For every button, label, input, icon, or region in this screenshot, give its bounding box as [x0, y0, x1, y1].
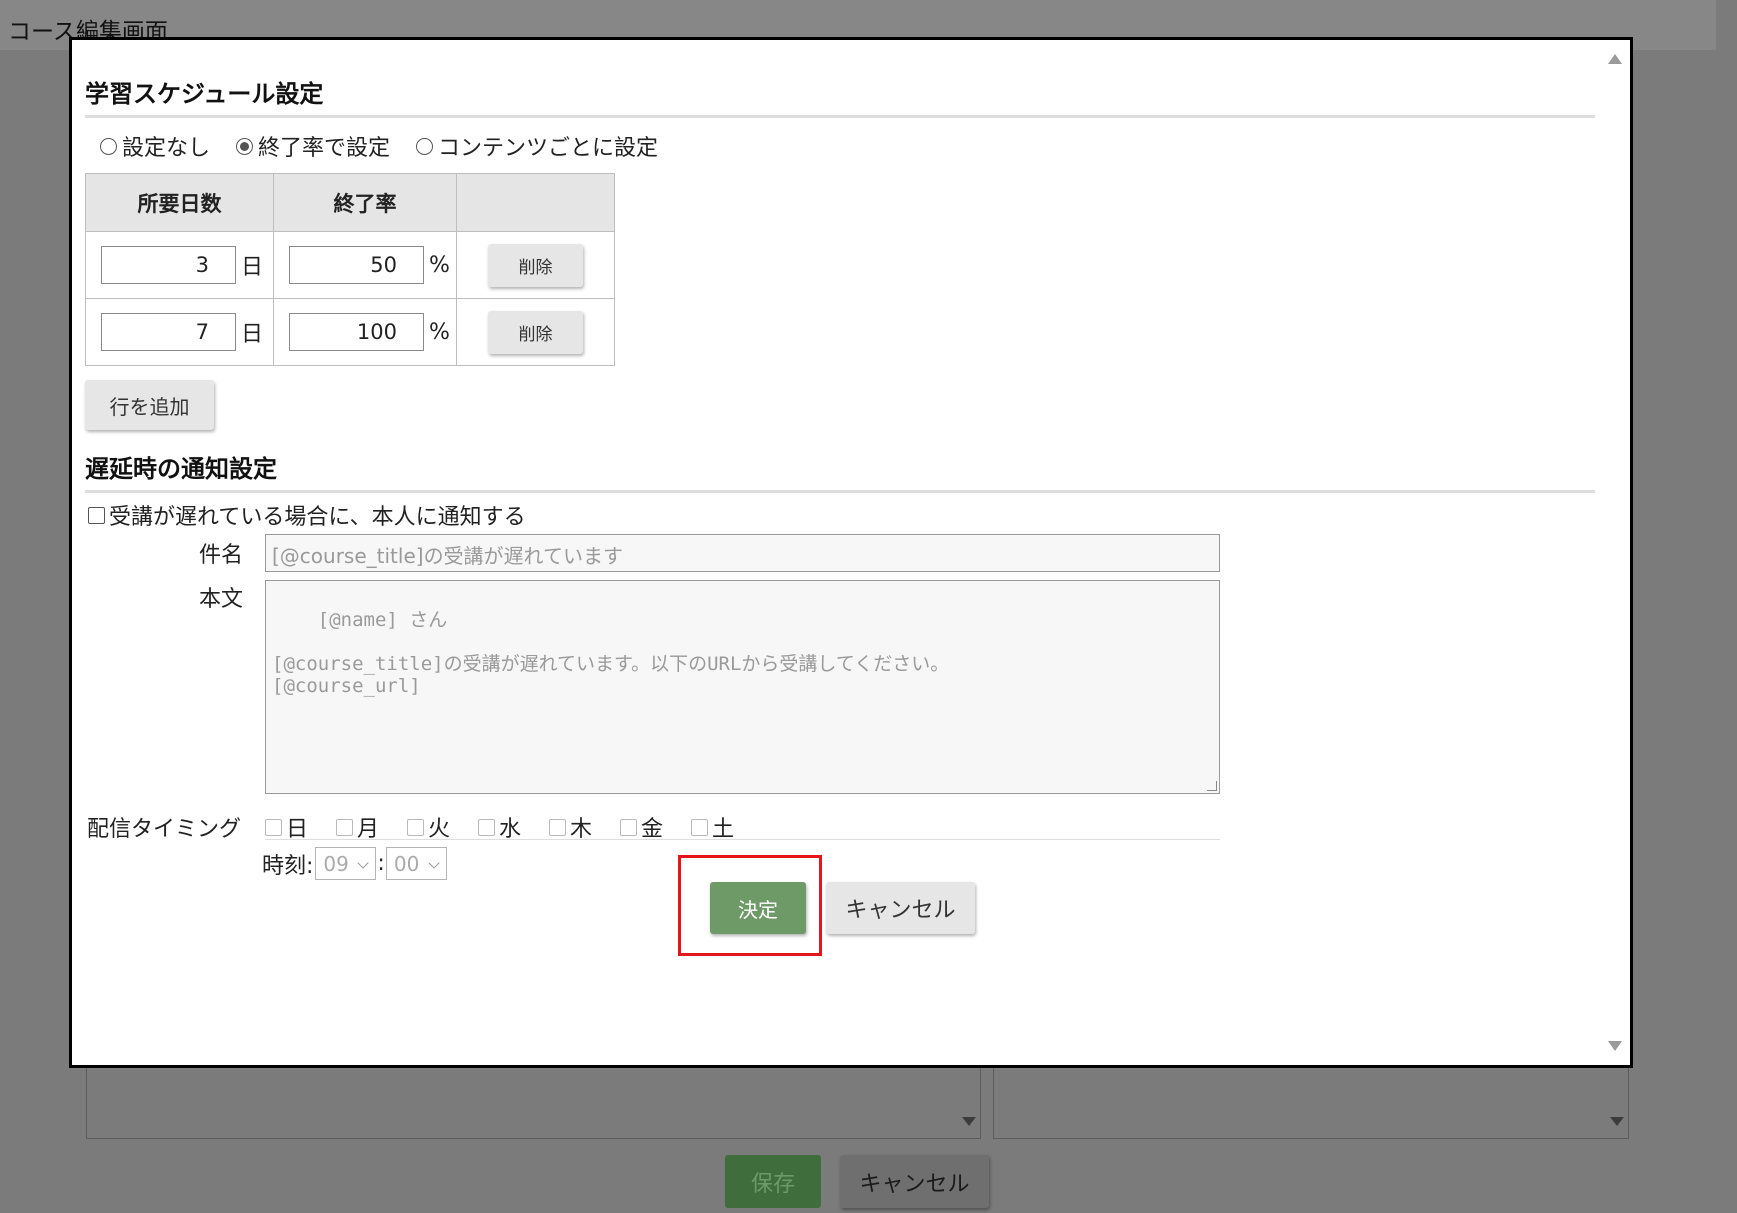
body-label: 本文	[199, 587, 244, 612]
resize-handle-icon[interactable]	[1207, 781, 1217, 791]
scroll-down-icon[interactable]	[1608, 1041, 1622, 1051]
days-input[interactable]: 7	[101, 313, 236, 351]
chevron-down-icon	[357, 857, 370, 869]
radio-selected-icon[interactable]	[236, 137, 254, 155]
add-row-button[interactable]: 行を追加	[85, 380, 214, 430]
radio-label: 設定なし	[122, 136, 211, 161]
background-cancel-button: キャンセル	[840, 1155, 989, 1208]
schedule-mode-options: 設定なし 終了率で設定 コンテンツごとに設定	[100, 130, 684, 162]
delete-row-button[interactable]: 削除	[488, 310, 583, 354]
radio-option-none[interactable]: 設定なし	[100, 130, 210, 162]
radio-icon[interactable]	[416, 137, 434, 155]
schedule-section-title: 学習スケジュール設定	[85, 74, 1595, 118]
schedule-dialog: 学習スケジュール設定 設定なし 終了率で設定 コンテンツごとに設定 所要日数 終…	[69, 37, 1633, 1068]
checkbox-icon[interactable]	[691, 818, 708, 836]
rate-unit: %	[429, 252, 450, 278]
send-time: 時刻: 09 : 00	[262, 847, 447, 880]
timing-label: 配信タイミング	[87, 817, 242, 842]
minute-value: 00	[393, 851, 420, 876]
subject-label: 件名	[199, 543, 244, 568]
notify-delay-checkbox[interactable]: 受講が遅れている場合に、本人に通知する	[88, 499, 526, 531]
table-row: 7 日 100 % 削除	[85, 298, 615, 366]
background-textarea-right	[993, 1060, 1629, 1139]
checkbox-icon[interactable]	[407, 818, 424, 836]
body-textarea[interactable]: [@name] さん [@course_title]の受講が遅れています。以下の…	[265, 580, 1220, 794]
column-header-rate: 終了率	[273, 173, 457, 232]
delete-row-button[interactable]: 削除	[488, 243, 583, 287]
ok-button[interactable]: 決定	[710, 882, 806, 934]
rate-input[interactable]: 50	[289, 246, 424, 284]
radio-icon[interactable]	[100, 137, 117, 155]
column-header-days: 所要日数	[85, 173, 274, 232]
days-unit: 日	[241, 255, 264, 280]
radio-label: コンテンツごとに設定	[438, 136, 659, 161]
cancel-button[interactable]: キャンセル	[826, 882, 975, 934]
checkbox-icon[interactable]	[88, 506, 105, 524]
hour-value: 09	[323, 851, 349, 876]
column-header-actions	[456, 173, 615, 232]
radio-option-per-content[interactable]: コンテンツごとに設定	[416, 130, 658, 162]
radio-label: 終了率で設定	[258, 136, 391, 161]
chevron-down-icon	[428, 857, 440, 869]
schedule-table: 所要日数 終了率 3 日 50 % 削除 7 日 100 % 削除	[85, 173, 615, 366]
days-input[interactable]: 3	[101, 246, 236, 284]
scroll-up-icon[interactable]	[1608, 54, 1622, 64]
subject-input[interactable]: [@course_title]の受講が遅れています	[265, 534, 1220, 572]
hour-select[interactable]: 09	[315, 847, 377, 880]
checkbox-icon[interactable]	[336, 818, 353, 836]
checkbox-icon[interactable]	[478, 818, 495, 836]
checkbox-icon[interactable]	[620, 818, 637, 836]
notification-section-title: 遅延時の通知設定	[85, 449, 1595, 493]
time-separator: :	[377, 851, 385, 876]
table-header-row: 所要日数 終了率	[85, 173, 615, 232]
background-textarea-left	[86, 1060, 981, 1139]
scroll-down-icon	[962, 1117, 976, 1126]
radio-option-completion-rate[interactable]: 終了率で設定	[236, 130, 390, 162]
checkbox-icon[interactable]	[265, 818, 282, 836]
table-row: 3 日 50 % 削除	[85, 231, 615, 299]
checkbox-icon[interactable]	[549, 818, 566, 836]
rate-input[interactable]: 100	[289, 313, 424, 351]
scroll-down-icon	[1610, 1117, 1624, 1126]
divider	[265, 839, 1220, 840]
body-text: [@name] さん [@course_title]の受講が遅れています。以下の…	[272, 609, 950, 697]
minute-select[interactable]: 00	[385, 847, 447, 880]
background-save-button: 保存	[725, 1155, 821, 1208]
days-unit: 日	[241, 322, 264, 347]
notify-delay-label: 受講が遅れている場合に、本人に通知する	[109, 505, 526, 530]
time-label: 時刻:	[262, 853, 314, 879]
rate-unit: %	[429, 319, 450, 345]
